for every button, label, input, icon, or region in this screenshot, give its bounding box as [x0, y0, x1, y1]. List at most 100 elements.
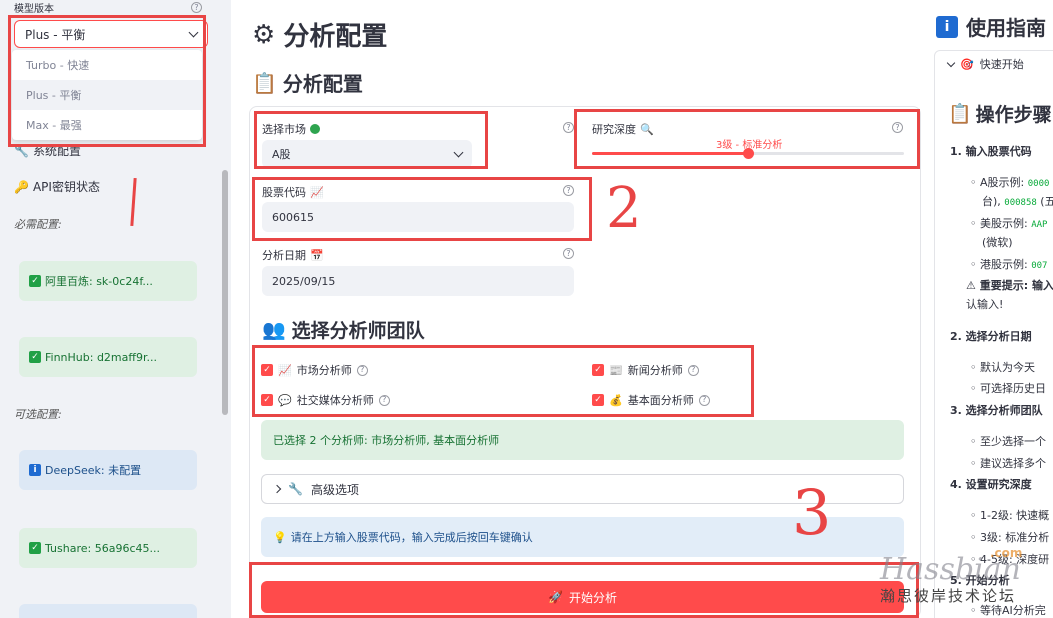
api-status-heading: 🔑 API密钥状态: [14, 178, 100, 195]
guide-warning: ⚠ 重要提示: 输入: [966, 279, 1053, 292]
depth-label: 研究深度 🔍: [592, 121, 654, 137]
warning-icon: ⚠: [966, 279, 976, 292]
market-select-value: A股: [272, 148, 291, 161]
magnifier-icon: 🔍: [640, 122, 654, 136]
model-option-turbo[interactable]: Turbo - 快速: [12, 50, 202, 80]
help-icon[interactable]: ?: [563, 122, 574, 133]
quick-start-label: 快速开始: [979, 58, 1024, 71]
key-text: Tushare: 56a96c45...: [45, 541, 160, 555]
team-title: 👥 选择分析师团队: [262, 316, 425, 343]
speech-bubble-icon: 💬: [278, 393, 292, 407]
sidebar: 模型版本 ? Plus - 平衡 Turbo - 快速 Plus - 平衡 Ma…: [0, 0, 231, 618]
system-config-label: 系统配置: [32, 144, 81, 158]
wrench-icon: 🔧: [288, 482, 303, 496]
checkbox-checked-icon: ✓: [592, 364, 604, 376]
lightbulb-icon: 💡: [273, 530, 287, 544]
market-select[interactable]: A股: [262, 140, 472, 168]
guide-item: ◦ 可选择历史日: [970, 382, 1046, 395]
date-value: 2025/09/15: [272, 274, 336, 288]
calendar-icon: 📅: [310, 248, 324, 262]
system-config-link[interactable]: 🔧 系统配置: [14, 142, 81, 159]
key-text: 阿里百炼: sk-0c24f...: [45, 275, 153, 288]
globe-icon: [310, 124, 320, 134]
key-card-tushare: ✓ Tushare: 56a96c45...: [19, 528, 197, 568]
analyst-label: 社交媒体分析师: [296, 394, 374, 407]
advanced-options-expander[interactable]: 🔧 高级选项: [261, 474, 904, 504]
market-label: 选择市场: [262, 121, 320, 137]
date-input[interactable]: 2025/09/15: [262, 266, 574, 296]
guide-step-2: 2. 选择分析日期: [950, 330, 1032, 343]
key-card-finnhub: ✓ FinnHub: d2maff9r...: [19, 337, 197, 377]
gear-icon: ⚙: [252, 19, 276, 50]
check-icon: ✓: [29, 351, 41, 363]
analyst-checkbox-news[interactable]: ✓ 📰 新闻分析师 ?: [592, 362, 699, 378]
help-icon[interactable]: ?: [687, 364, 699, 376]
api-status-label: API密钥状态: [32, 180, 100, 194]
help-icon[interactable]: ?: [698, 394, 710, 406]
guide-item: ◦ 美股示例: AAP: [970, 217, 1048, 230]
key-card-dashscope: ✓ 阿里百炼: sk-0c24f...: [19, 261, 197, 301]
analyst-checkbox-social[interactable]: ✓ 💬 社交媒体分析师 ?: [261, 392, 390, 408]
optional-config-label: 可选配置:: [14, 408, 62, 421]
help-icon[interactable]: ?: [378, 394, 390, 406]
check-icon: ✓: [29, 275, 41, 287]
depth-slider[interactable]: [592, 148, 904, 159]
sidebar-scrollbar[interactable]: [222, 170, 228, 415]
guide-step-1: 1. 输入股票代码: [950, 145, 1032, 158]
target-icon: 🎯: [960, 57, 974, 71]
model-dropdown-list: Turbo - 快速 Plus - 平衡 Max - 最强: [12, 50, 202, 140]
key-icon: 🔑: [14, 179, 29, 194]
moneybag-icon: 💰: [609, 393, 623, 407]
wrench-icon: 🔧: [14, 143, 29, 158]
help-icon[interactable]: ?: [892, 122, 903, 133]
model-option-max[interactable]: Max - 最强: [12, 110, 202, 140]
watermark-com: .com: [990, 546, 1023, 560]
analyst-checkbox-market[interactable]: ✓ 📈 市场分析师 ?: [261, 362, 368, 378]
chevron-down-icon: [188, 27, 199, 37]
info-icon: i: [936, 15, 958, 38]
date-label: 分析日期 📅: [262, 247, 324, 263]
help-icon[interactable]: ?: [191, 2, 202, 13]
chevron-down-icon: [946, 58, 956, 67]
quick-start-expander[interactable]: 🎯 快速开始: [946, 56, 1024, 72]
stock-code-label-text: 股票代码: [262, 186, 306, 199]
info-icon: i: [29, 464, 41, 476]
guide-item: ◦ A股示例: 0000: [970, 176, 1050, 189]
analyst-label: 新闻分析师: [627, 364, 683, 377]
hint-text: 请在上方输入股票代码，输入完成后按回车键确认: [290, 531, 533, 544]
team-title-text: 选择分析师团队: [291, 320, 425, 342]
guide-step-4: 4. 设置研究深度: [950, 478, 1032, 491]
depth-slider-fill: [592, 152, 748, 155]
guide-warning-2: 认输入!: [966, 298, 1004, 311]
page-title: ⚙ 分析配置: [252, 16, 387, 53]
selected-analysts-alert: 已选择 2 个分析师: 市场分析师, 基本面分析师: [261, 420, 904, 460]
guide-item: ◦ 建议选择多个: [970, 457, 1046, 470]
steps-title-text: 操作步骤: [975, 104, 1052, 126]
model-version-select[interactable]: Plus - 平衡: [14, 20, 208, 48]
guide-item: 台), 000858 (五: [982, 195, 1053, 208]
key-card-deepseek: i DeepSeek: 未配置: [19, 450, 197, 490]
stock-code-value: 600615: [272, 210, 314, 224]
hint-alert: 💡 请在上方输入股票代码，输入完成后按回车键确认: [261, 517, 904, 557]
model-option-plus[interactable]: Plus - 平衡: [12, 80, 202, 110]
depth-slider-thumb[interactable]: [743, 148, 754, 159]
analyst-checkbox-fundamental[interactable]: ✓ 💰 基本面分析师 ?: [592, 392, 710, 408]
start-analysis-label: 开始分析: [568, 590, 617, 605]
check-icon: ✓: [29, 542, 41, 554]
analyst-label: 市场分析师: [296, 364, 352, 377]
start-analysis-button[interactable]: 🚀 开始分析: [261, 581, 904, 613]
guide-item: ◦ 3级: 标准分析: [970, 531, 1050, 544]
guide-item: ◦ 等待AI分析完: [970, 604, 1046, 617]
guide-step-5: 5. 开始分析: [950, 574, 1010, 587]
chart-icon: 📈: [278, 363, 292, 377]
chevron-right-icon: [272, 484, 282, 494]
required-config-label: 必需配置:: [14, 218, 62, 231]
help-icon[interactable]: ?: [356, 364, 368, 376]
help-icon[interactable]: ?: [563, 248, 574, 259]
stock-code-input[interactable]: 600615: [262, 202, 574, 232]
section-title: 📋 分析配置: [252, 68, 363, 97]
depth-label-text: 研究深度: [592, 123, 636, 136]
help-icon[interactable]: ?: [563, 185, 574, 196]
advanced-options-label: 高级选项: [310, 482, 359, 497]
analyst-label: 基本面分析师: [627, 394, 694, 407]
